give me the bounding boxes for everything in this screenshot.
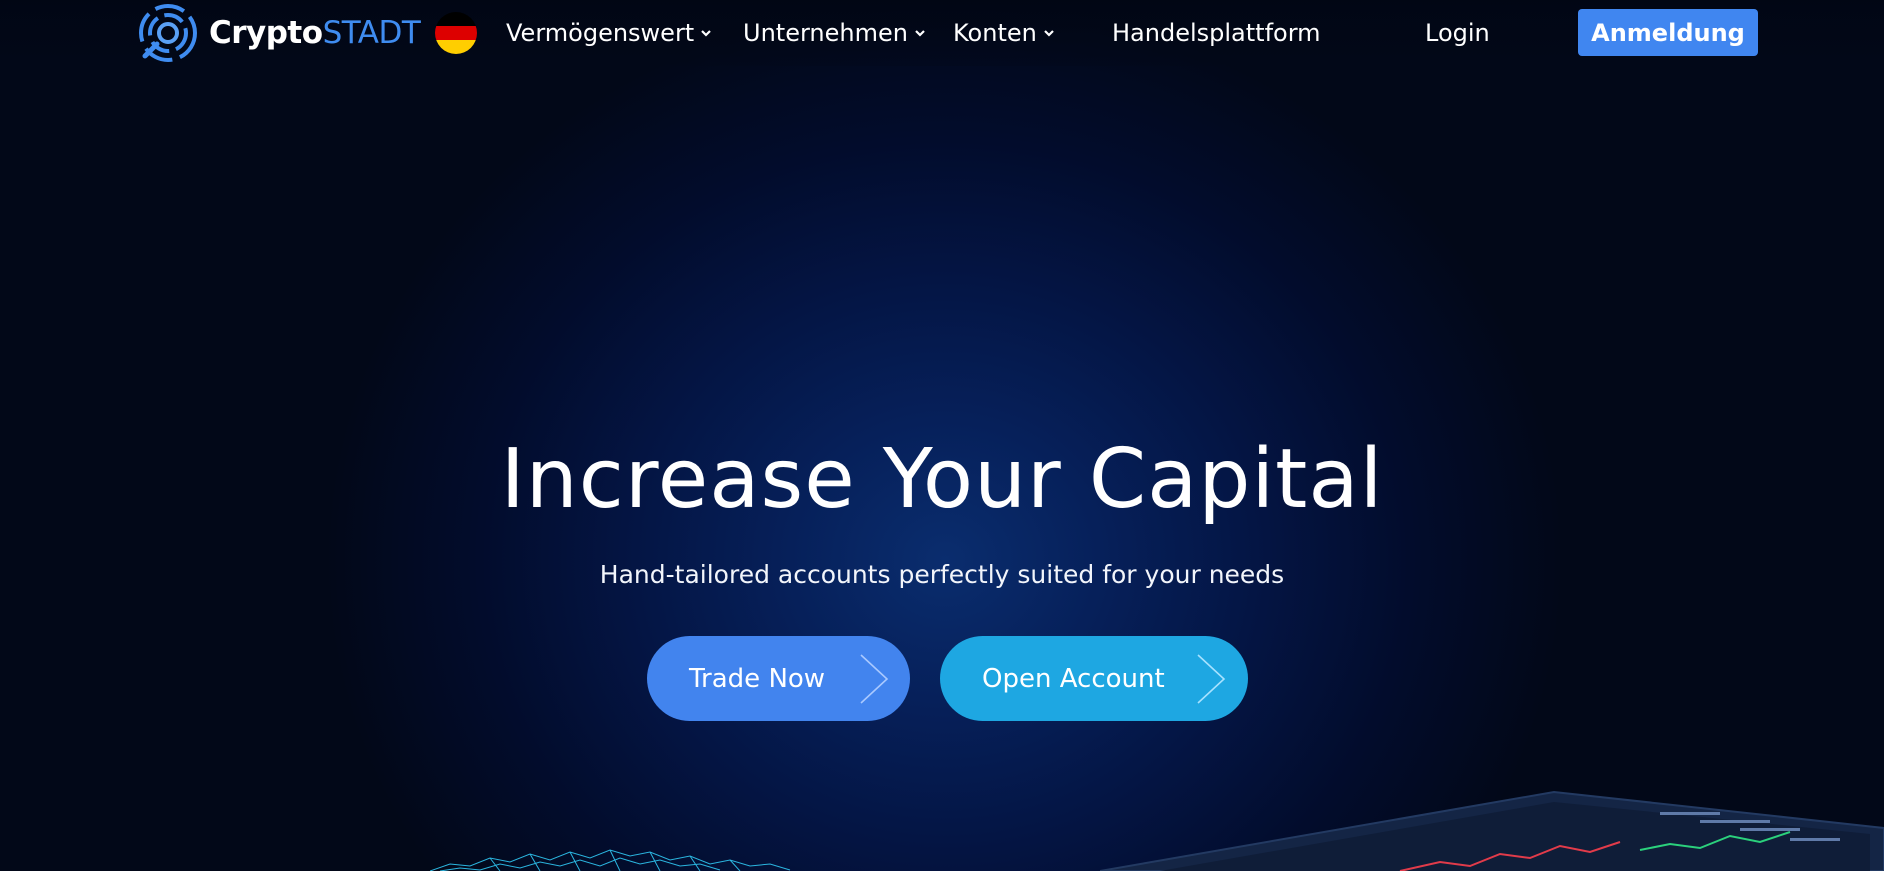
trade-now-label: Trade Now bbox=[689, 663, 826, 694]
chevron-right-icon bbox=[860, 654, 889, 704]
chevron-right-icon bbox=[1197, 654, 1226, 704]
wireframe-mesh-graphic bbox=[430, 849, 791, 871]
login-link[interactable]: Login bbox=[1425, 14, 1490, 52]
site-header: CryptoSTADT Vermögenswert Unternehmen Ko… bbox=[0, 0, 1884, 66]
brand-name-light: STADT bbox=[322, 15, 421, 51]
open-account-label: Open Account bbox=[982, 663, 1165, 694]
nav-item-label: Vermögenswert bbox=[506, 19, 695, 47]
chevron-down-icon bbox=[1044, 30, 1054, 37]
login-label: Login bbox=[1425, 19, 1490, 47]
brand-logo[interactable]: CryptoSTADT bbox=[137, 2, 421, 64]
nav-item-vermoegenswert[interactable]: Vermögenswert bbox=[506, 14, 712, 52]
germany-flag-icon[interactable] bbox=[435, 12, 477, 54]
brand-name-bold: Crypto bbox=[209, 15, 323, 51]
chevron-down-icon bbox=[701, 30, 711, 37]
nav-item-konten[interactable]: Konten bbox=[953, 14, 1055, 52]
chevron-down-icon bbox=[915, 30, 925, 37]
nav-item-handelsplattform[interactable]: Handelsplattform bbox=[1112, 14, 1321, 52]
nav-item-label: Konten bbox=[953, 19, 1037, 47]
brand-name: CryptoSTADT bbox=[209, 15, 421, 51]
nav-item-label: Unternehmen bbox=[743, 19, 908, 47]
signup-button[interactable]: Anmeldung bbox=[1578, 9, 1758, 56]
nav-item-label: Handelsplattform bbox=[1112, 19, 1321, 47]
hero-title: Increase Your Capital bbox=[500, 432, 1384, 527]
nav-item-unternehmen[interactable]: Unternehmen bbox=[743, 14, 926, 52]
open-account-button[interactable]: Open Account bbox=[940, 636, 1248, 721]
trade-now-button[interactable]: Trade Now bbox=[647, 636, 910, 721]
landing-page: CryptoSTADT Vermögenswert Unternehmen Ko… bbox=[0, 0, 1884, 871]
logo-icon bbox=[139, 4, 197, 62]
trading-platform-screen-graphic bbox=[1100, 790, 1884, 871]
hero-subtitle: Hand-tailored accounts perfectly suited … bbox=[599, 560, 1285, 589]
